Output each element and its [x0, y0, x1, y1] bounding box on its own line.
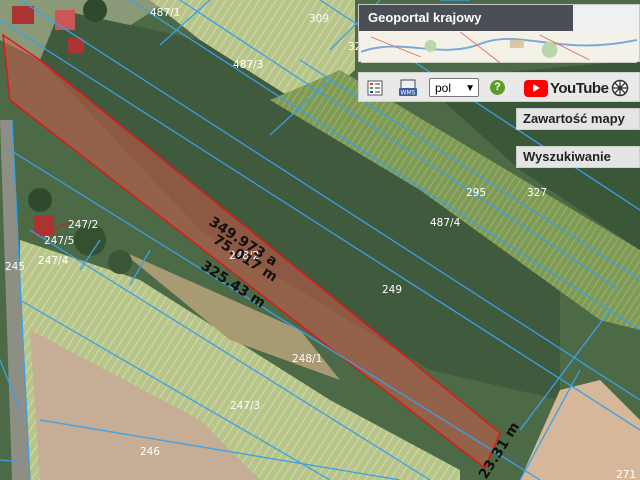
map-content-button[interactable]: Zawartość mapy	[516, 108, 640, 130]
search-panel-button[interactable]: Wyszukiwanie	[516, 146, 640, 168]
parcel-label-247-2: 247/2	[68, 219, 98, 231]
parcel-label-295: 295	[466, 187, 486, 199]
parcel-label-487-3: 487/3	[233, 59, 263, 71]
svg-text:WMS: WMS	[401, 90, 416, 97]
help-icon[interactable]: ?	[490, 80, 505, 95]
youtube-button[interactable]: YouTube	[524, 78, 609, 98]
tree	[28, 188, 52, 212]
parcel-label-487-1: 487/1	[150, 7, 180, 19]
wms-icon[interactable]: WMS	[397, 77, 419, 99]
chevron-down-icon: ▼	[465, 83, 475, 94]
language-value: pol	[435, 81, 452, 95]
building	[34, 215, 54, 235]
parcel-label-249: 249	[382, 284, 402, 296]
geoportal-overview[interactable]: Geoportal krajowy	[358, 4, 640, 63]
parcel-label-247-3: 247/3	[230, 400, 260, 412]
legend-icon[interactable]	[365, 77, 385, 99]
parcel-label-487-4: 487/4	[430, 217, 461, 229]
overview-map-thumbnail[interactable]	[361, 32, 637, 63]
language-select[interactable]: pol ▼	[429, 78, 479, 97]
parcel-label-246: 246	[140, 446, 160, 458]
parcel-label-245: 245	[5, 261, 25, 273]
parcel-label-271: 271	[616, 469, 636, 480]
parcel-label-247-5: 247/5	[44, 235, 74, 247]
geoportal-title[interactable]: Geoportal krajowy	[359, 5, 573, 31]
tree	[108, 250, 132, 274]
parcel-label-248-1: 248/1	[292, 353, 322, 365]
building	[12, 6, 34, 24]
youtube-play-icon	[524, 79, 548, 97]
parcel-label-247-4: 247/4	[38, 255, 69, 267]
parcel-label-327: 327	[527, 187, 547, 199]
map-toolbar: WMS pol ▼ ? YouTube	[358, 72, 640, 102]
parcel-label-309: 309	[309, 13, 329, 25]
building	[55, 10, 75, 30]
settings-wheel-icon[interactable]	[609, 77, 631, 99]
youtube-label: YouTube	[550, 79, 609, 97]
